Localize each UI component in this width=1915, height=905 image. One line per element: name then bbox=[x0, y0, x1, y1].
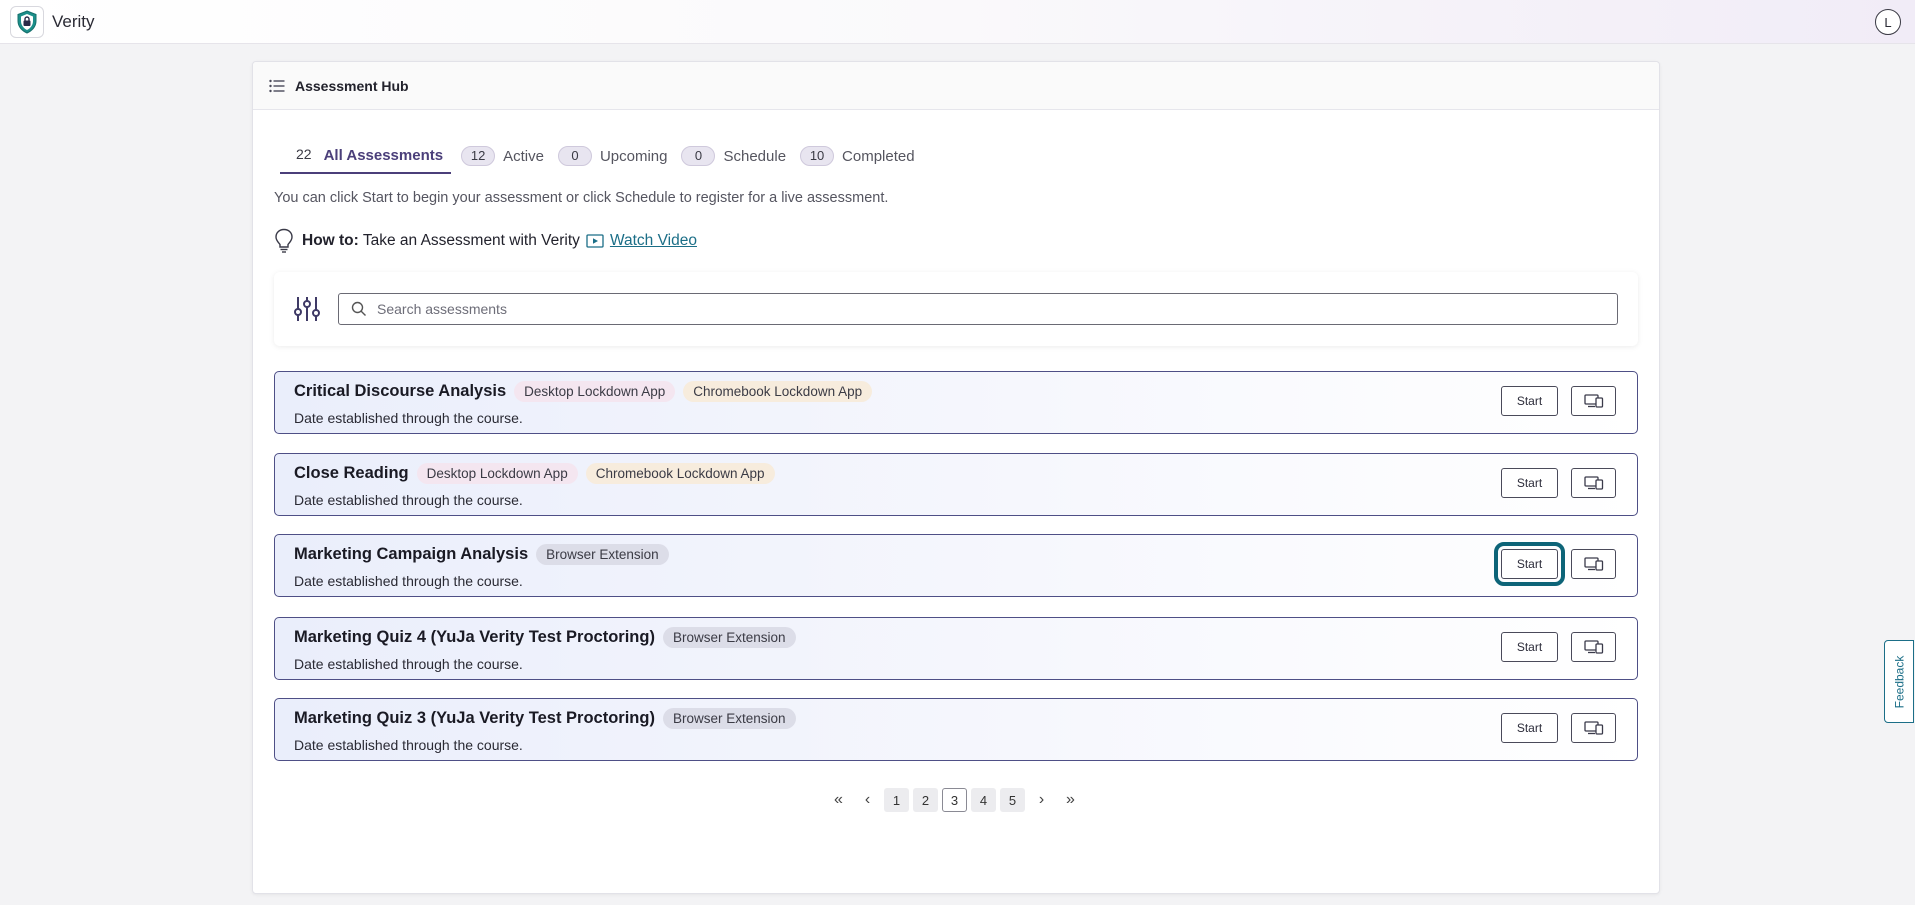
assessment-title-row: Marketing Quiz 3 (YuJa Verity Test Proct… bbox=[294, 708, 796, 729]
tab-label: All Assessments bbox=[323, 146, 444, 164]
assessment-date: Date established through the course. bbox=[294, 492, 523, 508]
top-bar: Verity L bbox=[0, 0, 1915, 44]
tab-upcoming[interactable]: 0 Upcoming bbox=[557, 138, 668, 174]
assessment-row: Critical Discourse Analysis Desktop Lock… bbox=[274, 371, 1638, 434]
assessment-name: Critical Discourse Analysis bbox=[294, 382, 507, 400]
tab-completed[interactable]: 10 Completed bbox=[800, 138, 915, 174]
user-avatar[interactable]: L bbox=[1875, 9, 1901, 35]
page-button-2[interactable]: 2 bbox=[913, 788, 938, 812]
badge-browser-extension: Browser Extension bbox=[662, 708, 796, 729]
device-check-button[interactable] bbox=[1571, 386, 1616, 416]
start-button[interactable]: Start bbox=[1501, 386, 1558, 416]
page-button-5[interactable]: 5 bbox=[1000, 788, 1025, 812]
tab-count: 22 bbox=[296, 146, 312, 162]
card-header: Assessment Hub bbox=[253, 62, 1659, 110]
assessment-row: Close Reading Desktop Lockdown App Chrom… bbox=[274, 453, 1638, 516]
tab-all-assessments[interactable]: 22 All Assessments bbox=[280, 138, 452, 174]
tab-label: Completed bbox=[842, 147, 915, 165]
assessment-title-row: Close Reading Desktop Lockdown App Chrom… bbox=[294, 463, 775, 484]
assessment-title-row: Marketing Quiz 4 (YuJa Verity Test Proct… bbox=[294, 627, 796, 648]
how-to-text: Take an Assessment with Verity bbox=[362, 232, 580, 249]
devices-icon bbox=[1583, 557, 1603, 571]
assessment-name: Close Reading bbox=[294, 464, 409, 482]
assessment-hub-card: Assessment Hub 22 All Assessments 12 Act… bbox=[252, 61, 1660, 894]
list-icon bbox=[269, 79, 285, 92]
assessment-name: Marketing Campaign Analysis bbox=[294, 545, 529, 563]
device-check-button[interactable] bbox=[1571, 632, 1616, 662]
feedback-label: Feedback bbox=[1892, 655, 1907, 708]
assessment-row: Marketing Quiz 3 (YuJa Verity Test Proct… bbox=[274, 698, 1638, 761]
assessment-name: Marketing Quiz 4 (YuJa Verity Test Proct… bbox=[294, 628, 655, 646]
assessment-title-row: Marketing Campaign Analysis Browser Exte… bbox=[294, 544, 669, 565]
start-button[interactable]: Start bbox=[1501, 468, 1558, 498]
device-check-button[interactable] bbox=[1571, 468, 1616, 498]
devices-icon bbox=[1583, 394, 1603, 408]
devices-icon bbox=[1583, 721, 1603, 735]
watch-video-link[interactable]: Watch Video bbox=[610, 232, 697, 250]
instructions-text: You can click Start to begin your assess… bbox=[274, 190, 889, 206]
assessment-date: Date established through the course. bbox=[294, 656, 523, 672]
feedback-tab[interactable]: Feedback bbox=[1884, 640, 1914, 723]
previous-page-button[interactable]: ‹ bbox=[855, 788, 880, 812]
filter-button[interactable] bbox=[294, 294, 320, 324]
search-icon bbox=[351, 301, 366, 316]
search-panel bbox=[274, 272, 1638, 346]
tab-label: Schedule bbox=[723, 147, 787, 165]
tab-label: Active bbox=[503, 147, 544, 165]
search-box bbox=[338, 293, 1618, 325]
badge-desktop-lockdown: Desktop Lockdown App bbox=[416, 463, 578, 484]
page-button-1[interactable]: 1 bbox=[884, 788, 909, 812]
how-to-label: How to: bbox=[302, 232, 359, 249]
pagination: « ‹ 1 2 3 4 5 › » bbox=[826, 788, 1087, 812]
badge-chromebook-lockdown: Chromebook Lockdown App bbox=[585, 463, 775, 484]
start-button[interactable]: Start bbox=[1501, 632, 1558, 662]
verity-logo[interactable] bbox=[10, 6, 44, 38]
assessment-title-row: Critical Discourse Analysis Desktop Lock… bbox=[294, 381, 873, 402]
tab-count: 0 bbox=[681, 146, 716, 166]
tab-label: Upcoming bbox=[599, 147, 668, 165]
assessment-date: Date established through the course. bbox=[294, 410, 523, 426]
assessment-date: Date established through the course. bbox=[294, 573, 523, 589]
tab-count: 10 bbox=[800, 146, 835, 166]
shield-lock-icon bbox=[17, 10, 37, 34]
last-page-button[interactable]: » bbox=[1058, 788, 1083, 812]
assessment-row: Marketing Quiz 4 (YuJa Verity Test Proct… bbox=[274, 617, 1638, 680]
first-page-button[interactable]: « bbox=[826, 788, 851, 812]
page-button-4[interactable]: 4 bbox=[971, 788, 996, 812]
how-to-row: How to: Take an Assessment with Verity W… bbox=[274, 228, 697, 254]
tab-active[interactable]: 12 Active bbox=[461, 138, 544, 174]
tab-schedule[interactable]: 0 Schedule bbox=[681, 138, 786, 174]
devices-icon bbox=[1583, 640, 1603, 654]
assessment-row: Marketing Campaign Analysis Browser Exte… bbox=[274, 534, 1638, 597]
assessment-date: Date established through the course. bbox=[294, 737, 523, 753]
video-icon bbox=[586, 234, 604, 248]
search-input[interactable] bbox=[377, 301, 1577, 317]
next-page-button[interactable]: › bbox=[1029, 788, 1054, 812]
start-button[interactable]: Start bbox=[1494, 542, 1565, 586]
badge-chromebook-lockdown: Chromebook Lockdown App bbox=[683, 381, 873, 402]
device-check-button[interactable] bbox=[1571, 549, 1616, 579]
lightbulb-icon bbox=[275, 228, 293, 253]
device-check-button[interactable] bbox=[1571, 713, 1616, 743]
page-title: Assessment Hub bbox=[295, 77, 409, 94]
start-button[interactable]: Start bbox=[1501, 713, 1558, 743]
tab-count: 12 bbox=[461, 146, 496, 166]
assessment-tabs: 22 All Assessments 12 Active 0 Upcoming … bbox=[280, 138, 929, 174]
badge-desktop-lockdown: Desktop Lockdown App bbox=[514, 381, 676, 402]
assessment-name: Marketing Quiz 3 (YuJa Verity Test Proct… bbox=[294, 709, 655, 727]
app-title: Verity bbox=[52, 12, 95, 31]
badge-browser-extension: Browser Extension bbox=[536, 544, 669, 565]
devices-icon bbox=[1583, 476, 1603, 490]
tab-count: 0 bbox=[557, 146, 592, 166]
badge-browser-extension: Browser Extension bbox=[662, 627, 796, 648]
filter-sliders-icon bbox=[294, 297, 320, 321]
page-button-3[interactable]: 3 bbox=[942, 788, 967, 812]
